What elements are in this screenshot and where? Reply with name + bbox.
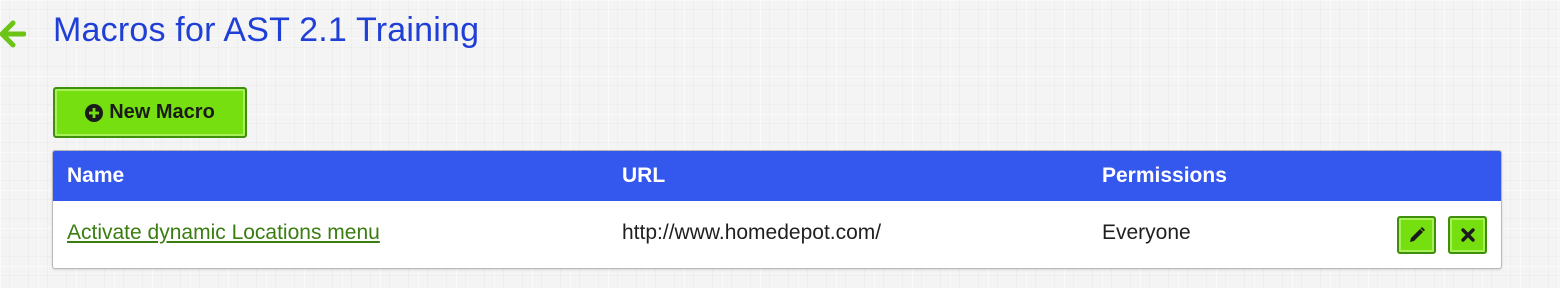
table-header: Name URL Permissions <box>53 151 1501 201</box>
new-macro-label: New Macro <box>109 101 215 123</box>
new-macro-button[interactable]: New Macro <box>53 87 247 138</box>
macro-url-cell: http://www.homedepot.com/ <box>622 221 882 244</box>
macro-permissions-cell: Everyone <box>1102 221 1191 244</box>
macros-table: Name URL Permissions Activate dynamic Lo… <box>52 150 1502 269</box>
page-title: Macros for AST 2.1 Training <box>53 11 480 49</box>
column-header-name[interactable]: Name <box>67 151 124 201</box>
x-icon <box>1460 227 1476 243</box>
delete-macro-button[interactable] <box>1448 216 1487 254</box>
column-header-permissions[interactable]: Permissions <box>1102 151 1227 201</box>
column-header-url[interactable]: URL <box>622 151 665 201</box>
edit-macro-button[interactable] <box>1397 216 1436 254</box>
table-row: Activate dynamic Locations menu http://w… <box>53 201 1501 268</box>
back-arrow-icon[interactable] <box>0 20 26 48</box>
plus-circle-icon <box>85 103 104 122</box>
pencil-icon <box>1408 226 1426 244</box>
macro-name-cell: Activate dynamic Locations menu <box>67 201 380 265</box>
macro-name-link[interactable]: Activate dynamic Locations menu <box>67 221 380 244</box>
